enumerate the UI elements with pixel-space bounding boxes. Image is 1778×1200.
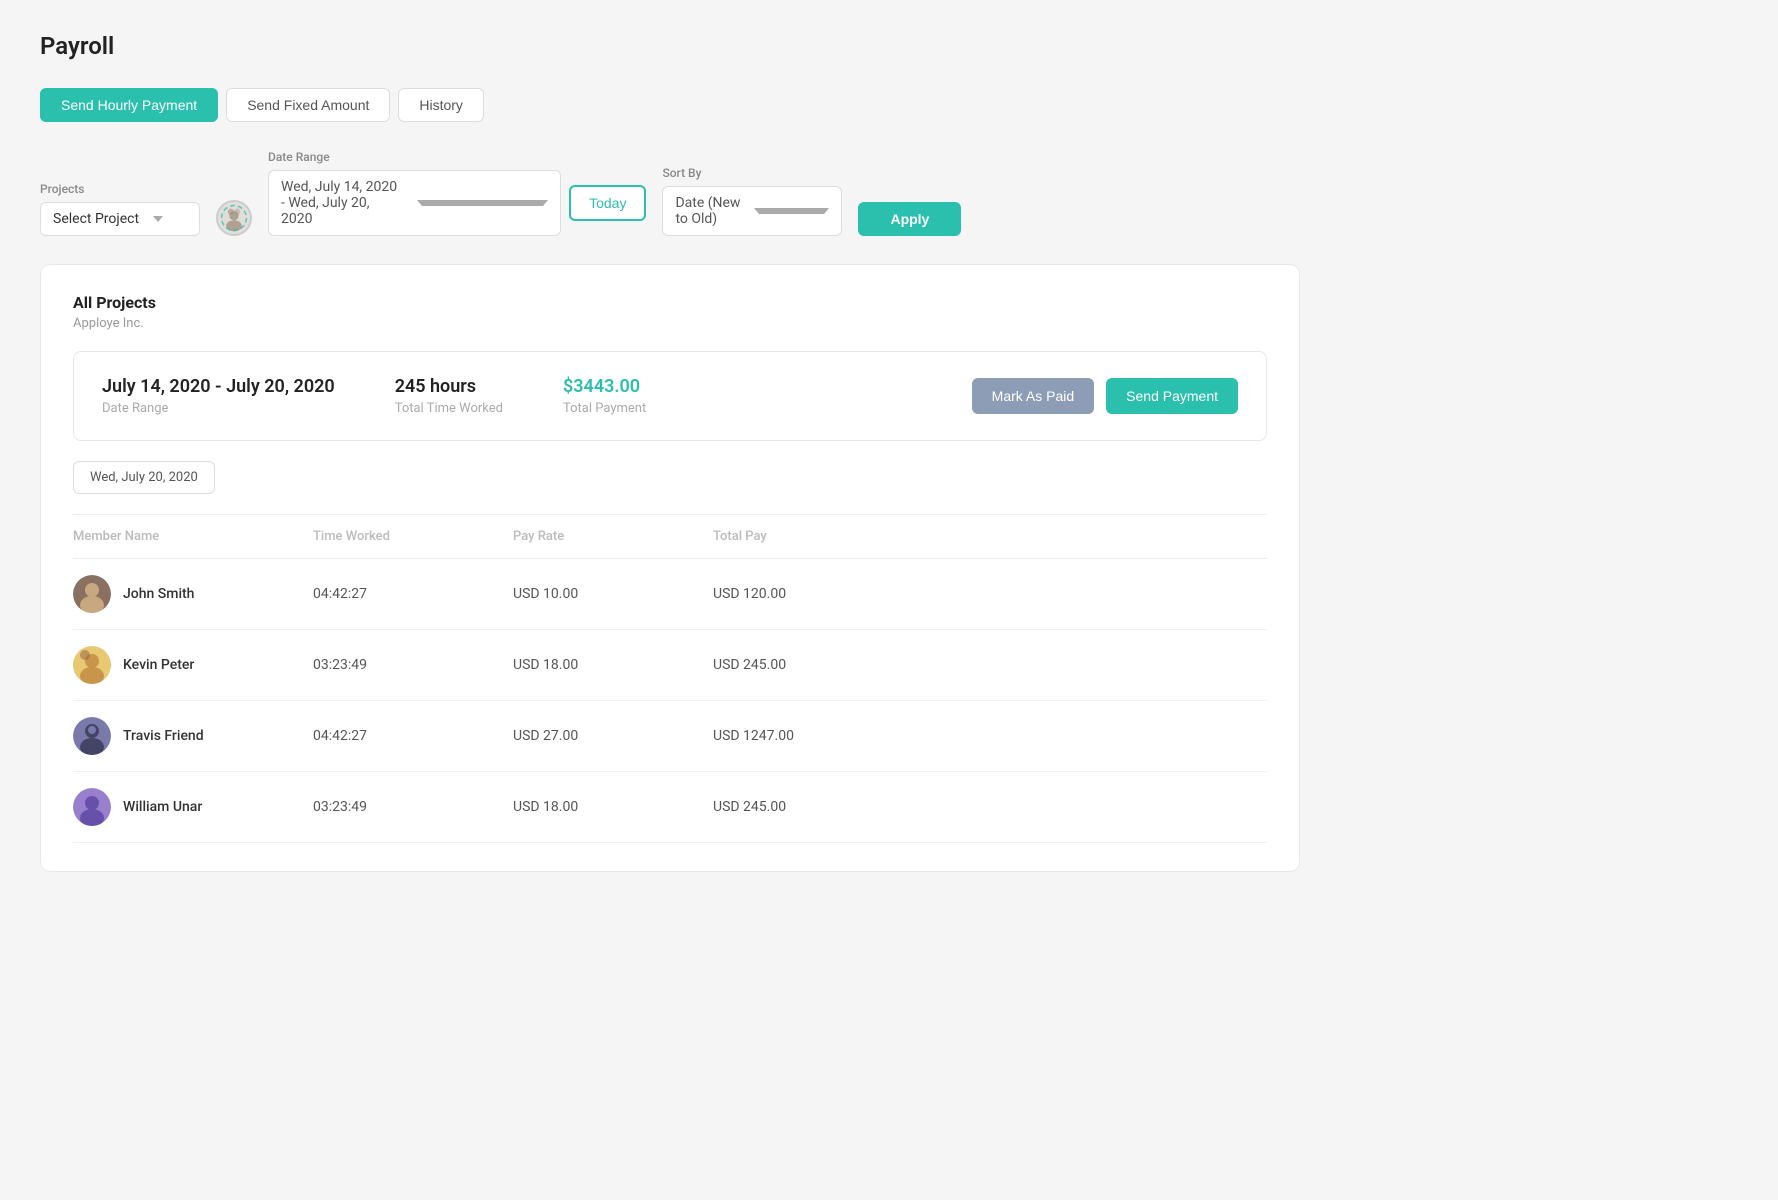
total-pay-cell: USD 245.00 [713, 799, 913, 815]
summary-total-payment: $3443.00 [563, 376, 646, 397]
member-cell: John Smith [73, 575, 313, 613]
date-range-filter-group: Date Range Wed, July 14, 2020 - Wed, Jul… [268, 150, 646, 236]
date-range-select[interactable]: Wed, July 14, 2020 - Wed, July 20, 2020 [268, 170, 561, 236]
avatar [73, 646, 111, 684]
table-row: Travis Friend 04:42:27 USD 27.00 USD 124… [73, 701, 1267, 772]
content-card: All Projects Apploye Inc. July 14, 2020 … [40, 264, 1300, 872]
date-range-summary: July 14, 2020 - July 20, 2020 Date Range [102, 376, 335, 416]
table-header: Member Name Time Worked Pay Rate Total P… [73, 514, 1267, 559]
member-name: Kevin Peter [123, 657, 194, 673]
projects-select[interactable]: Select Project [40, 202, 200, 236]
member-cell: Travis Friend [73, 717, 313, 755]
total-pay-cell: USD 120.00 [713, 586, 913, 602]
table-row: John Smith 04:42:27 USD 10.00 USD 120.00 [73, 559, 1267, 630]
col-header-actions [913, 525, 1267, 548]
send-payment-button[interactable]: Send Payment [1106, 378, 1238, 414]
col-header-time-worked: Time Worked [313, 525, 513, 548]
pay-rate-cell: USD 18.00 [513, 657, 713, 673]
project-org: Apploye Inc. [73, 316, 1267, 331]
mark-as-paid-button[interactable]: Mark As Paid [972, 378, 1094, 414]
date-range-wrapper: Wed, July 14, 2020 - Wed, July 20, 2020 … [268, 170, 646, 236]
apply-button[interactable]: Apply [858, 202, 961, 236]
summary-hours-label: Total Time Worked [395, 401, 503, 416]
projects-filter-group: Projects Select Project [40, 182, 200, 236]
sort-value: Date (New to Old) [675, 195, 740, 227]
time-worked-cell: 04:42:27 [313, 586, 513, 602]
time-worked-cell: 03:23:49 [313, 657, 513, 673]
tab-fixed-amount[interactable]: Send Fixed Amount [226, 88, 390, 122]
summary-total-payment-label: Total Payment [563, 401, 646, 416]
payroll-table: Member Name Time Worked Pay Rate Total P… [73, 514, 1267, 843]
projects-chevron-icon [153, 216, 163, 222]
date-range-value: Wed, July 14, 2020 - Wed, July 20, 2020 [281, 179, 403, 227]
payment-summary: $3443.00 Total Payment [563, 376, 646, 416]
table-row: William Unar 03:23:49 USD 18.00 USD 245.… [73, 772, 1267, 843]
total-pay-cell: USD 245.00 [713, 657, 913, 673]
avatar [73, 575, 111, 613]
tabs-container: Send Hourly Payment Send Fixed Amount Hi… [40, 88, 1300, 122]
summary-date-range-label: Date Range [102, 401, 335, 416]
project-name: All Projects [73, 293, 1267, 312]
avatar [73, 788, 111, 826]
hours-summary: 245 hours Total Time Worked [395, 376, 503, 416]
sort-select[interactable]: Date (New to Old) [662, 186, 842, 236]
pay-rate-cell: USD 18.00 [513, 799, 713, 815]
pay-rate-cell: USD 10.00 [513, 586, 713, 602]
table-row: Kevin Peter 03:23:49 USD 18.00 USD 245.0… [73, 630, 1267, 701]
member-cell: William Unar [73, 788, 313, 826]
member-name: William Unar [123, 799, 202, 815]
summary-hours: 245 hours [395, 376, 503, 397]
col-header-member-name: Member Name [73, 525, 313, 548]
main-page: Payroll Send Hourly Payment Send Fixed A… [0, 0, 1340, 904]
avatar [73, 717, 111, 755]
member-name: John Smith [123, 586, 194, 602]
user-avatar-filter[interactable] [216, 200, 252, 236]
summary-actions: Mark As Paid Send Payment [972, 378, 1238, 414]
page-title: Payroll [40, 32, 1300, 60]
summary-date-range: July 14, 2020 - July 20, 2020 [102, 376, 335, 397]
summary-card: July 14, 2020 - July 20, 2020 Date Range… [73, 351, 1267, 441]
today-button[interactable]: Today [569, 185, 646, 221]
col-header-pay-rate: Pay Rate [513, 525, 713, 548]
filters-bar: Projects Select Project Date Range [40, 150, 1300, 236]
time-worked-cell: 04:42:27 [313, 728, 513, 744]
pay-rate-cell: USD 27.00 [513, 728, 713, 744]
member-name: Travis Friend [123, 728, 204, 744]
sort-label: Sort By [662, 166, 842, 180]
date-range-chevron-icon [417, 200, 549, 206]
tab-history[interactable]: History [398, 88, 484, 122]
member-cell: Kevin Peter [73, 646, 313, 684]
sort-chevron-icon [754, 208, 829, 214]
date-range-label: Date Range [268, 150, 646, 164]
total-pay-cell: USD 1247.00 [713, 728, 913, 744]
projects-label: Projects [40, 182, 200, 196]
project-header: All Projects Apploye Inc. [73, 293, 1267, 331]
date-badge: Wed, July 20, 2020 [73, 461, 215, 494]
tab-hourly-payment[interactable]: Send Hourly Payment [40, 88, 218, 122]
sort-filter-group: Sort By Date (New to Old) [662, 166, 842, 236]
time-worked-cell: 03:23:49 [313, 799, 513, 815]
projects-select-value: Select Project [53, 211, 139, 227]
table-body: John Smith 04:42:27 USD 10.00 USD 120.00… [73, 559, 1267, 843]
col-header-total-pay: Total Pay [713, 525, 913, 548]
